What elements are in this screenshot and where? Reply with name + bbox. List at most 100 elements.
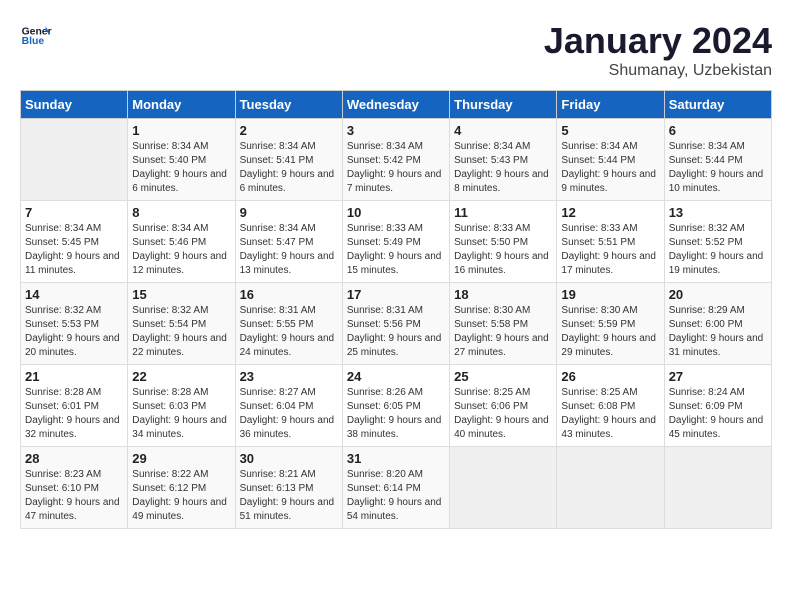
logo-icon: General Blue	[20, 20, 52, 52]
day-number: 2	[240, 123, 338, 138]
col-header-thursday: Thursday	[450, 91, 557, 119]
day-info: Sunrise: 8:32 AMSunset: 5:54 PMDaylight:…	[132, 304, 230, 360]
day-number: 31	[347, 451, 445, 466]
day-number: 17	[347, 287, 445, 302]
calendar-cell: 25 Sunrise: 8:25 AMSunset: 6:06 PMDayligh…	[450, 365, 557, 447]
day-info: Sunrise: 8:34 AMSunset: 5:47 PMDaylight:…	[240, 222, 338, 278]
calendar-cell: 2 Sunrise: 8:34 AMSunset: 5:41 PMDaylight…	[235, 119, 342, 201]
day-number: 22	[132, 369, 230, 384]
day-number: 1	[132, 123, 230, 138]
calendar-cell: 17 Sunrise: 8:31 AMSunset: 5:56 PMDayligh…	[342, 283, 449, 365]
calendar-cell: 14 Sunrise: 8:32 AMSunset: 5:53 PMDayligh…	[21, 283, 128, 365]
day-number: 30	[240, 451, 338, 466]
day-info: Sunrise: 8:34 AMSunset: 5:44 PMDaylight:…	[669, 140, 767, 196]
day-number: 27	[669, 369, 767, 384]
week-row-4: 28Sunrise: 8:23 AMSunset: 6:10 PMDayligh…	[21, 447, 772, 529]
day-number: 14	[25, 287, 123, 302]
day-info: Sunrise: 8:30 AMSunset: 5:58 PMDaylight:…	[454, 304, 552, 360]
day-info: Sunrise: 8:32 AMSunset: 5:52 PMDaylight:…	[669, 222, 767, 278]
week-row-0: 1Sunrise: 8:34 AMSunset: 5:40 PMDaylight…	[21, 119, 772, 201]
calendar-cell	[450, 447, 557, 529]
day-number: 7	[25, 205, 123, 220]
calendar-cell: 1Sunrise: 8:34 AMSunset: 5:40 PMDaylight…	[128, 119, 235, 201]
day-info: Sunrise: 8:25 AMSunset: 6:06 PMDaylight:…	[454, 386, 552, 442]
day-number: 16	[240, 287, 338, 302]
day-number: 25	[454, 369, 552, 384]
day-number: 10	[347, 205, 445, 220]
day-number: 26	[561, 369, 659, 384]
calendar-cell: 11 Sunrise: 8:33 AMSunset: 5:50 PMDayligh…	[450, 201, 557, 283]
day-number: 20	[669, 287, 767, 302]
day-info: Sunrise: 8:27 AMSunset: 6:04 PMDaylight:…	[240, 386, 338, 442]
day-number: 21	[25, 369, 123, 384]
calendar-cell: 27Sunrise: 8:24 AMSunset: 6:09 PMDayligh…	[664, 365, 771, 447]
col-header-monday: Monday	[128, 91, 235, 119]
calendar-cell: 22Sunrise: 8:28 AMSunset: 6:03 PMDayligh…	[128, 365, 235, 447]
col-header-friday: Friday	[557, 91, 664, 119]
calendar-cell: 23 Sunrise: 8:27 AMSunset: 6:04 PMDayligh…	[235, 365, 342, 447]
day-number: 23	[240, 369, 338, 384]
day-number: 15	[132, 287, 230, 302]
day-number: 3	[347, 123, 445, 138]
calendar-cell: 12Sunrise: 8:33 AMSunset: 5:51 PMDayligh…	[557, 201, 664, 283]
logo: General Blue	[20, 20, 52, 52]
calendar-table: SundayMondayTuesdayWednesdayThursdayFrid…	[20, 90, 772, 529]
day-info: Sunrise: 8:34 AMSunset: 5:41 PMDaylight:…	[240, 140, 338, 196]
week-row-2: 14 Sunrise: 8:32 AMSunset: 5:53 PMDayligh…	[21, 283, 772, 365]
calendar-cell: 29 Sunrise: 8:22 AMSunset: 6:12 PMDayligh…	[128, 447, 235, 529]
calendar-body: 1Sunrise: 8:34 AMSunset: 5:40 PMDaylight…	[21, 119, 772, 529]
day-number: 29	[132, 451, 230, 466]
day-info: Sunrise: 8:23 AMSunset: 6:10 PMDaylight:…	[25, 468, 123, 524]
day-info: Sunrise: 8:31 AMSunset: 5:56 PMDaylight:…	[347, 304, 445, 360]
calendar-cell: 9 Sunrise: 8:34 AMSunset: 5:47 PMDaylight…	[235, 201, 342, 283]
calendar-cell: 16 Sunrise: 8:31 AMSunset: 5:55 PMDayligh…	[235, 283, 342, 365]
day-info: Sunrise: 8:31 AMSunset: 5:55 PMDaylight:…	[240, 304, 338, 360]
page-header: General Blue January 2024 Shumanay, Uzbe…	[20, 20, 772, 80]
day-number: 9	[240, 205, 338, 220]
calendar-cell: 19 Sunrise: 8:30 AMSunset: 5:59 PMDayligh…	[557, 283, 664, 365]
day-info: Sunrise: 8:26 AMSunset: 6:05 PMDaylight:…	[347, 386, 445, 442]
day-info: Sunrise: 8:25 AMSunset: 6:08 PMDaylight:…	[561, 386, 659, 442]
calendar-cell: 31Sunrise: 8:20 AMSunset: 6:14 PMDayligh…	[342, 447, 449, 529]
calendar-cell	[557, 447, 664, 529]
day-info: Sunrise: 8:21 AMSunset: 6:13 PMDaylight:…	[240, 468, 338, 524]
day-number: 19	[561, 287, 659, 302]
calendar-cell: 13 Sunrise: 8:32 AMSunset: 5:52 PMDayligh…	[664, 201, 771, 283]
location: Shumanay, Uzbekistan	[544, 62, 772, 80]
day-info: Sunrise: 8:33 AMSunset: 5:50 PMDaylight:…	[454, 222, 552, 278]
calendar-cell: 26 Sunrise: 8:25 AMSunset: 6:08 PMDayligh…	[557, 365, 664, 447]
day-number: 6	[669, 123, 767, 138]
day-number: 4	[454, 123, 552, 138]
calendar-cell: 30 Sunrise: 8:21 AMSunset: 6:13 PMDayligh…	[235, 447, 342, 529]
day-number: 13	[669, 205, 767, 220]
calendar-cell: 4 Sunrise: 8:34 AMSunset: 5:43 PMDaylight…	[450, 119, 557, 201]
day-number: 24	[347, 369, 445, 384]
calendar-cell: 20 Sunrise: 8:29 AMSunset: 6:00 PMDayligh…	[664, 283, 771, 365]
day-info: Sunrise: 8:29 AMSunset: 6:00 PMDaylight:…	[669, 304, 767, 360]
header-row: SundayMondayTuesdayWednesdayThursdayFrid…	[21, 91, 772, 119]
calendar-cell: 7Sunrise: 8:34 AMSunset: 5:45 PMDaylight…	[21, 201, 128, 283]
day-number: 18	[454, 287, 552, 302]
col-header-tuesday: Tuesday	[235, 91, 342, 119]
calendar-cell: 18 Sunrise: 8:30 AMSunset: 5:58 PMDayligh…	[450, 283, 557, 365]
day-number: 8	[132, 205, 230, 220]
calendar-cell: 21 Sunrise: 8:28 AMSunset: 6:01 PMDayligh…	[21, 365, 128, 447]
day-info: Sunrise: 8:32 AMSunset: 5:53 PMDaylight:…	[25, 304, 123, 360]
day-info: Sunrise: 8:22 AMSunset: 6:12 PMDaylight:…	[132, 468, 230, 524]
title-block: January 2024 Shumanay, Uzbekistan	[544, 20, 772, 80]
col-header-wednesday: Wednesday	[342, 91, 449, 119]
calendar-cell: 15 Sunrise: 8:32 AMSunset: 5:54 PMDayligh…	[128, 283, 235, 365]
calendar-cell: 24 Sunrise: 8:26 AMSunset: 6:05 PMDayligh…	[342, 365, 449, 447]
calendar-cell: 8Sunrise: 8:34 AMSunset: 5:46 PMDaylight…	[128, 201, 235, 283]
week-row-1: 7Sunrise: 8:34 AMSunset: 5:45 PMDaylight…	[21, 201, 772, 283]
day-info: Sunrise: 8:30 AMSunset: 5:59 PMDaylight:…	[561, 304, 659, 360]
day-info: Sunrise: 8:34 AMSunset: 5:43 PMDaylight:…	[454, 140, 552, 196]
day-number: 11	[454, 205, 552, 220]
day-info: Sunrise: 8:28 AMSunset: 6:01 PMDaylight:…	[25, 386, 123, 442]
day-info: Sunrise: 8:33 AMSunset: 5:49 PMDaylight:…	[347, 222, 445, 278]
col-header-sunday: Sunday	[21, 91, 128, 119]
col-header-saturday: Saturday	[664, 91, 771, 119]
svg-text:Blue: Blue	[22, 36, 45, 47]
calendar-cell	[664, 447, 771, 529]
month-title: January 2024	[544, 20, 772, 62]
